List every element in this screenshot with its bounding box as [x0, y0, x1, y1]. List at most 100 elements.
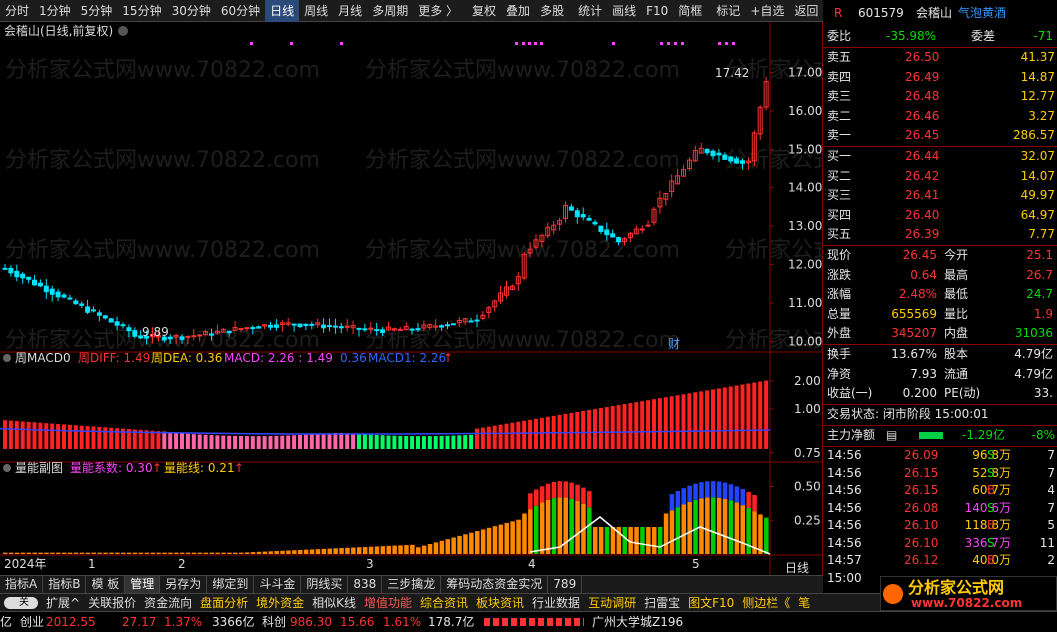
vol-menu-icon[interactable]	[3, 464, 11, 472]
toolbar-item-3[interactable]: 15分钟	[117, 0, 166, 22]
feature-tab-11[interactable]: 扫雷宝	[640, 595, 684, 611]
candle-body	[191, 335, 197, 338]
toolbar-item-9[interactable]: 多周期	[367, 0, 413, 22]
feature-tab-4[interactable]: 境外资金	[252, 595, 308, 611]
toolbar-item-0[interactable]: 分时	[0, 0, 34, 22]
toolbar-item-12[interactable]: 叠加	[501, 0, 535, 22]
toolbar-item-1[interactable]: 1分钟	[34, 0, 76, 22]
vol-bar	[32, 552, 37, 554]
macd-bar	[174, 432, 179, 449]
indicator-tab-4[interactable]: 另存为	[160, 576, 208, 593]
macd-bar	[516, 421, 521, 449]
ask-row[interactable]: 卖二 26.46 3.27	[824, 107, 1057, 127]
indicator-tab-0[interactable]: 指标A	[0, 576, 44, 593]
feature-tab-12[interactable]: 图文F10	[684, 595, 738, 611]
toolbar-item-20[interactable]: 返回	[789, 0, 823, 22]
toolbar-item-16[interactable]: F10	[641, 0, 673, 22]
chevron-down-icon[interactable]	[118, 26, 128, 36]
candle-body	[356, 327, 362, 330]
ask-row[interactable]: 卖三 26.48 12.77	[824, 87, 1057, 107]
feature-tab-0[interactable]: 扩展^	[42, 595, 84, 611]
chart-panel[interactable]: 分析家公式网www.70822.com 分析家公式网www.70822.com 分析…	[0, 22, 1040, 575]
feature-tab-13[interactable]: 侧边栏《	[738, 595, 794, 611]
bid-row[interactable]: 买三 26.41 49.97	[824, 186, 1057, 206]
macd-bar	[669, 396, 674, 449]
candle-body	[722, 154, 728, 160]
indicator-tab-6[interactable]: 斗斗金	[254, 576, 302, 593]
indicator-tab-1[interactable]: 指标B	[43, 576, 87, 593]
indicator-tab-7[interactable]: 阴线买	[301, 576, 349, 593]
vol-bar	[109, 552, 114, 554]
toolbar-item-5[interactable]: 60分钟	[216, 0, 265, 22]
feature-tab-8[interactable]: 板块资讯	[472, 595, 528, 611]
feature-tab-1[interactable]: 关联报价	[84, 595, 140, 611]
kline-chart[interactable]: 分析家公式网www.70822.com 分析家公式网www.70822.com 分析…	[0, 22, 1040, 575]
candle-body	[704, 148, 710, 154]
flow-row[interactable]: 主力净额 ▤ -1.29亿 -8%	[824, 426, 1057, 446]
toolbar-item-6[interactable]: 日线	[265, 0, 300, 22]
vol-bar-top	[545, 483, 551, 500]
macd-bar	[716, 388, 721, 449]
flag-icon: R	[834, 6, 843, 20]
stat-value: 655569	[891, 306, 937, 321]
toolbar-item-11[interactable]: 复权	[467, 0, 501, 22]
toolbar-item-19[interactable]: +自选	[745, 0, 789, 22]
vol-bar	[150, 552, 155, 554]
toolbar-item-14[interactable]: 统计	[573, 0, 607, 22]
bid-label: 买五	[827, 227, 852, 241]
macd-bar	[711, 389, 715, 449]
bid-row[interactable]: 买四 26.40 64.97	[824, 206, 1057, 226]
indicator-tab-9[interactable]: 三步擒龙	[382, 576, 442, 593]
toolbar-item-18[interactable]: 标记	[711, 0, 745, 22]
macd-bar	[14, 421, 19, 449]
feature-tab-10[interactable]: 互动调研	[584, 595, 640, 611]
ask-row[interactable]: 卖一 26.45 286.57	[824, 126, 1057, 146]
bid-row[interactable]: 买一 26.44 32.07	[824, 147, 1057, 167]
toolbar-item-7[interactable]: 周线	[299, 0, 333, 22]
feature-tab-6[interactable]: 增值功能	[360, 595, 416, 611]
toolbar-item-4[interactable]: 30分钟	[167, 0, 216, 22]
vol-bar	[575, 500, 580, 554]
stat-label: 现价	[827, 248, 852, 262]
ask-row[interactable]: 卖四 26.49 14.87	[824, 68, 1057, 88]
stat-label2: 内盘	[944, 326, 969, 340]
feature-tab-5[interactable]: 相似K线	[308, 595, 360, 611]
vol-bar-top	[557, 481, 563, 498]
indicator-tab-10[interactable]: 筹码动态资金实况	[441, 576, 549, 593]
indicator-tab-3[interactable]: 管理	[125, 576, 161, 593]
indicator-tab-8[interactable]: 838	[348, 576, 383, 593]
indicator-tab-2[interactable]: 模 板	[86, 576, 126, 593]
chuangye-label: 创业	[20, 615, 45, 629]
indicator-tab-5[interactable]: 绑定到	[207, 576, 255, 593]
signal-dot	[681, 42, 684, 45]
macd-menu-icon[interactable]	[3, 354, 11, 362]
bid-row[interactable]: 买五 26.39 7.77	[824, 225, 1057, 245]
toolbar-item-2[interactable]: 5分钟	[76, 0, 118, 22]
tick-time: 14:57	[827, 553, 862, 567]
ask-row[interactable]: 卖五 26.50 41.37	[824, 48, 1057, 68]
toolbar-item-13[interactable]: 多股	[535, 0, 569, 22]
toggle-switch[interactable]: 关	[4, 596, 38, 609]
toolbar-item-8[interactable]: 月线	[333, 0, 367, 22]
toolbar-item-17[interactable]: 简框	[673, 0, 707, 22]
indicator-tab-11[interactable]: 789	[548, 576, 583, 593]
toolbar-item-10[interactable]: 更多 〉	[413, 0, 463, 22]
feature-tab-14[interactable]: 笔	[794, 595, 814, 611]
vol-bar	[115, 552, 120, 554]
feature-tab-3[interactable]: 盘面分析	[196, 595, 252, 611]
candle-body	[67, 297, 73, 300]
bid-row[interactable]: 买二 26.42 14.07	[824, 167, 1057, 187]
logo-mark-icon	[883, 584, 903, 604]
feature-tab-7[interactable]: 综合资讯	[416, 595, 472, 611]
macd-macd: MACD: 2.26 : 1.49	[224, 351, 333, 365]
toolbar-item-15[interactable]: 画线	[607, 0, 641, 22]
tick-count: 7	[1047, 465, 1055, 480]
signal-dot	[732, 42, 735, 45]
vol-bar	[138, 552, 144, 554]
macd-bar	[3, 420, 7, 449]
feature-tab-2[interactable]: 资金流向	[140, 595, 196, 611]
macd-bar	[510, 422, 515, 449]
vol-bar	[274, 551, 279, 554]
stat-label: 外盘	[827, 326, 852, 340]
feature-tab-9[interactable]: 行业数据	[528, 595, 584, 611]
